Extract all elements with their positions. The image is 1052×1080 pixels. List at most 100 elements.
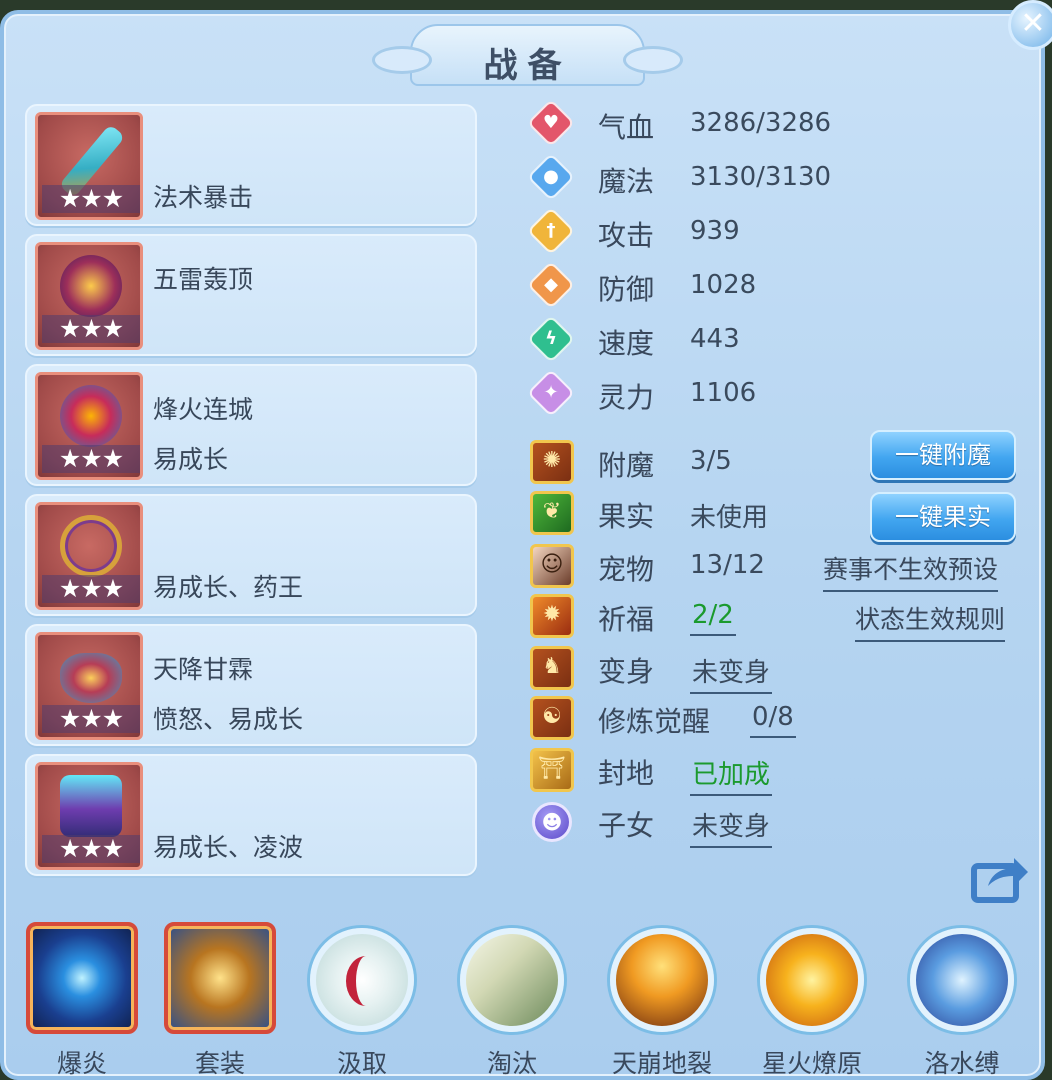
skill-water-bind[interactable]: 洛水缚 xyxy=(900,920,1024,1078)
skill-label: 星火燎原 xyxy=(761,1049,862,1078)
stat-value: 939 xyxy=(690,216,740,246)
stat-label: 速度 xyxy=(598,327,655,360)
stat-spirit: ✦ 灵力 1106 xyxy=(526,368,1028,420)
extra-transform: ♞ 变身 未变身 xyxy=(528,646,1028,694)
skill-blast-flame[interactable]: 爆炎 xyxy=(20,920,144,1080)
children-value-link[interactable]: 未变身 xyxy=(690,806,773,848)
skill-absorb[interactable]: 汲取 xyxy=(300,920,424,1078)
blessing-value-link[interactable]: 2/2 xyxy=(690,600,736,636)
water-bind-icon xyxy=(910,928,1014,1032)
extra-value: 13/12 xyxy=(690,550,765,580)
boots-icon: ★★★ xyxy=(35,762,143,870)
stat-value: 3130/3130 xyxy=(690,162,832,192)
skill-label: 爆炎 xyxy=(20,1044,144,1080)
stat-label: 攻击 xyxy=(598,219,655,252)
enchant-icon: ✺ xyxy=(530,440,574,484)
equipment-attr-1: 天降甘霖 xyxy=(153,655,254,684)
stat-value: 1028 xyxy=(690,270,757,300)
skill-label: 汲取 xyxy=(336,1049,387,1078)
extra-cultivation: ☯ 修炼觉醒 0/8 xyxy=(528,696,1028,744)
stat-label: 灵力 xyxy=(598,381,655,414)
extra-label: 子女 xyxy=(598,809,655,842)
stat-label: 气血 xyxy=(598,111,655,144)
extra-label: 果实 xyxy=(598,500,655,533)
equipment-attr-2: 愤怒、易成长 xyxy=(153,705,304,734)
transform-value-link[interactable]: 未变身 xyxy=(690,652,773,694)
star-rating: ★★★ xyxy=(42,705,140,733)
equipment-slot-amulet[interactable]: ★★★ 烽火连城 易成长 xyxy=(25,364,477,486)
extra-label: 封地 xyxy=(598,757,655,790)
belt-icon: ★★★ xyxy=(35,632,143,740)
skill-eliminate[interactable]: 淘汰 xyxy=(450,920,574,1078)
stat-label: 防御 xyxy=(598,273,655,306)
extra-fief: ⛩ 封地 已加成 xyxy=(528,748,1028,796)
extra-children: ☻ 子女 未变身 xyxy=(528,802,1028,848)
blessing-icon: ✹ xyxy=(530,594,574,638)
stat-defense: ◆ 防御 1028 xyxy=(526,260,1028,312)
skill-label: 洛水缚 xyxy=(924,1049,1000,1078)
match-preset-link[interactable]: 赛事不生效预设 xyxy=(823,550,999,592)
equipment-slot-belt[interactable]: ★★★ 天降甘霖 愤怒、易成长 xyxy=(25,624,477,746)
share-icon[interactable] xyxy=(970,852,1030,904)
shield-icon: ◆ xyxy=(526,260,576,310)
fruit-icon: ❦ xyxy=(530,491,574,535)
blast-flame-icon xyxy=(26,922,138,1034)
extra-label: 祈福 xyxy=(598,603,655,636)
extra-label: 修炼觉醒 xyxy=(598,705,711,738)
equipment-slot-helmet[interactable]: ★★★ 五雷轰顶 xyxy=(25,234,477,356)
enchant-all-button[interactable]: 一键附魔 xyxy=(870,430,1016,480)
skill-label: 套装 xyxy=(158,1044,282,1080)
suit-icon xyxy=(164,922,276,1034)
children-icon: ☻ xyxy=(532,802,572,842)
sword-icon: ★★★ xyxy=(35,112,143,220)
stat-value: 3286/3286 xyxy=(690,108,832,138)
earthquake-icon xyxy=(610,928,714,1032)
fruit-all-button[interactable]: 一键果实 xyxy=(870,492,1016,542)
skill-spark-fire[interactable]: 星火燎原 xyxy=(750,920,874,1078)
extra-label: 附魔 xyxy=(598,449,655,482)
equipment-slot-boots[interactable]: ★★★ 易成长、凌波 xyxy=(25,754,477,876)
skill-label: 天崩地裂 xyxy=(611,1049,712,1078)
equipment-attr-2: 易成长、药王 xyxy=(153,573,304,602)
skill-earthquake[interactable]: 天崩地裂 xyxy=(600,920,724,1078)
spark-fire-icon xyxy=(760,928,864,1032)
spirit-icon: ✦ xyxy=(526,368,576,418)
skill-suit[interactable]: 套装 xyxy=(158,920,282,1080)
necklace-icon: ★★★ xyxy=(35,502,143,610)
transform-icon: ♞ xyxy=(530,646,574,690)
amulet-icon: ★★★ xyxy=(35,372,143,480)
absorb-icon xyxy=(310,928,414,1032)
stat-mana: ● 魔法 3130/3130 xyxy=(526,152,1028,204)
extra-label: 宠物 xyxy=(598,553,655,586)
eliminate-icon xyxy=(460,928,564,1032)
title-plate: 战备 xyxy=(372,24,683,86)
star-rating: ★★★ xyxy=(42,185,140,213)
helmet-icon: ★★★ xyxy=(35,242,143,350)
star-rating: ★★★ xyxy=(42,575,140,603)
stat-speed: ϟ 速度 443 xyxy=(526,314,1028,366)
equipment-attr-2: 法术暴击 xyxy=(153,183,254,212)
cultivation-icon: ☯ xyxy=(530,696,574,740)
cultivation-value-link[interactable]: 0/8 xyxy=(750,702,796,738)
equipment-slot-necklace[interactable]: ★★★ 易成长、药王 xyxy=(25,494,477,616)
pet-avatar-icon: ☺ xyxy=(530,544,574,588)
mana-icon: ● xyxy=(526,152,576,202)
star-rating: ★★★ xyxy=(42,835,140,863)
equipment-attr-2: 易成长 xyxy=(153,445,229,474)
equipment-attr-1: 五雷轰顶 xyxy=(153,265,254,294)
fief-value-link[interactable]: 已加成 xyxy=(690,754,773,796)
sword-stat-icon: † xyxy=(526,206,576,256)
stat-attack: † 攻击 939 xyxy=(526,206,1028,258)
close-icon[interactable]: ✕ xyxy=(1008,0,1052,50)
heart-icon: ♥ xyxy=(526,98,576,148)
status-rules-link[interactable]: 状态生效规则 xyxy=(855,600,1006,642)
extra-label: 变身 xyxy=(598,655,655,688)
star-rating: ★★★ xyxy=(42,445,140,473)
stat-hp: ♥ 气血 3286/3286 xyxy=(526,98,1028,150)
stat-value: 1106 xyxy=(690,378,757,408)
extra-value: 3/5 xyxy=(690,446,732,476)
stat-label: 魔法 xyxy=(598,165,655,198)
equipment-slot-weapon[interactable]: ★★★ 法术暴击 xyxy=(25,104,477,226)
page-title: 战备 xyxy=(483,46,572,86)
extra-value: 未使用 xyxy=(690,503,769,533)
